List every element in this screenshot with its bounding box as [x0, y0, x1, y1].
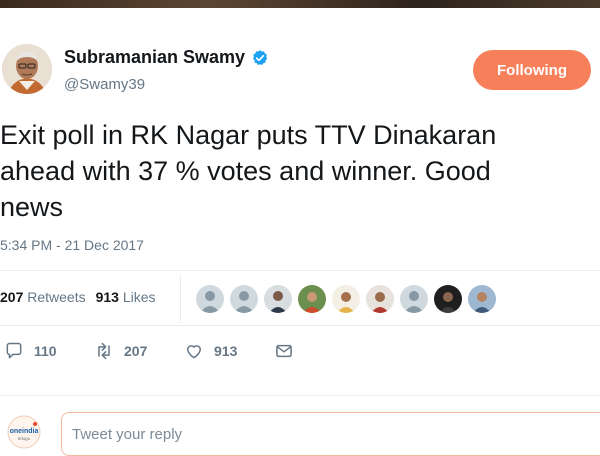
- liker-avatar[interactable]: [467, 284, 497, 314]
- tweet-actions: 110 207 913: [4, 341, 364, 361]
- liker-avatar[interactable]: [331, 284, 361, 314]
- svg-text:oneindia: oneindia: [10, 428, 39, 435]
- verified-badge-icon: [251, 49, 269, 67]
- stats-divider: [180, 275, 181, 323]
- author-handle[interactable]: @Swamy39: [64, 76, 145, 93]
- reply-count: 110: [34, 343, 57, 359]
- reply-icon: [6, 342, 22, 359]
- likers-avatars: [195, 284, 497, 314]
- retweets-label: Retweets: [27, 289, 86, 305]
- retweet-action[interactable]: 207: [94, 341, 184, 361]
- following-button[interactable]: Following: [473, 50, 591, 90]
- divider-bottom: [0, 325, 600, 326]
- oneindia-logo: oneindia telugu: [4, 414, 44, 450]
- likes-count: 913: [95, 289, 119, 305]
- header-photo-strip: [0, 0, 600, 8]
- retweets-stat[interactable]: 207 Retweets: [0, 289, 86, 305]
- envelope-icon: [276, 344, 292, 358]
- tweet-stats: 207 Retweets 913 Likes: [0, 289, 156, 305]
- liker-avatar[interactable]: [229, 284, 259, 314]
- message-action[interactable]: [274, 341, 364, 361]
- like-action[interactable]: 913: [184, 341, 274, 361]
- like-count: 913: [214, 343, 238, 359]
- liker-avatar[interactable]: [297, 284, 327, 314]
- likes-stat[interactable]: 913 Likes: [96, 289, 156, 305]
- divider-reply: [0, 395, 600, 396]
- tweet-text: Exit poll in RK Nagar puts TTV Dinakaran…: [0, 120, 497, 222]
- likes-label: Likes: [122, 289, 156, 305]
- tweet-timestamp[interactable]: 5:34 PM - 21 Dec 2017: [0, 237, 144, 253]
- retweet-count: 207: [124, 343, 148, 359]
- reply-action[interactable]: 110: [4, 341, 94, 361]
- author-avatar[interactable]: [2, 44, 52, 94]
- svg-text:telugu: telugu: [18, 436, 31, 441]
- author-name-text: Subramanian Swamy: [64, 47, 246, 67]
- liker-avatar[interactable]: [365, 284, 395, 314]
- liker-avatar[interactable]: [399, 284, 429, 314]
- reply-input[interactable]: [61, 412, 600, 456]
- divider-top: [0, 270, 600, 271]
- heart-icon: [187, 345, 201, 359]
- retweet-icon: [98, 342, 110, 360]
- liker-avatar[interactable]: [433, 284, 463, 314]
- liker-avatar[interactable]: [195, 284, 225, 314]
- liker-avatar[interactable]: [263, 284, 293, 314]
- author-name[interactable]: Subramanian Swamy: [64, 47, 269, 68]
- retweets-count: 207: [0, 289, 24, 305]
